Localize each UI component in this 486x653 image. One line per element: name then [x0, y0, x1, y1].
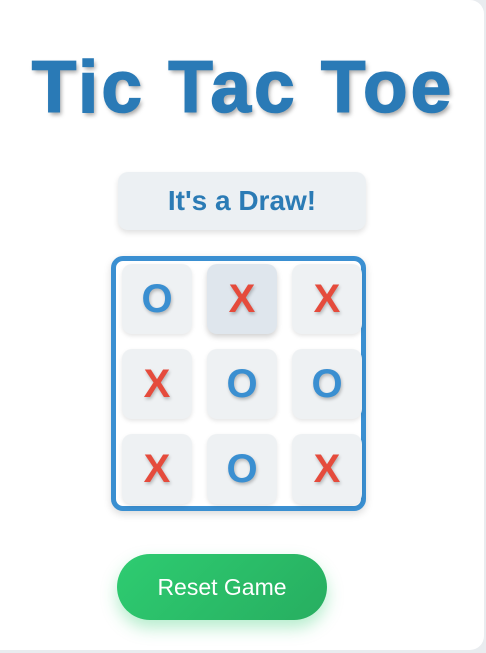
- board-cell-2[interactable]: X: [207, 264, 277, 334]
- board-cell-4[interactable]: X: [122, 349, 192, 419]
- board-cell-7[interactable]: X: [122, 434, 192, 504]
- status-display: It's a Draw!: [118, 172, 366, 230]
- game-card: Tic Tac Toe It's a Draw! O X X X O O X O…: [0, 0, 484, 650]
- board-cell-6[interactable]: O: [292, 349, 362, 419]
- board-cell-8[interactable]: O: [207, 434, 277, 504]
- game-board: O X X X O O X O X: [111, 256, 366, 511]
- board-cell-5[interactable]: O: [207, 349, 277, 419]
- board-cell-9[interactable]: X: [292, 434, 362, 504]
- board-cell-3[interactable]: X: [292, 264, 362, 334]
- reset-game-button[interactable]: Reset Game: [117, 554, 327, 620]
- game-title: Tic Tac Toe: [31, 47, 455, 129]
- board-cell-1[interactable]: O: [122, 264, 192, 334]
